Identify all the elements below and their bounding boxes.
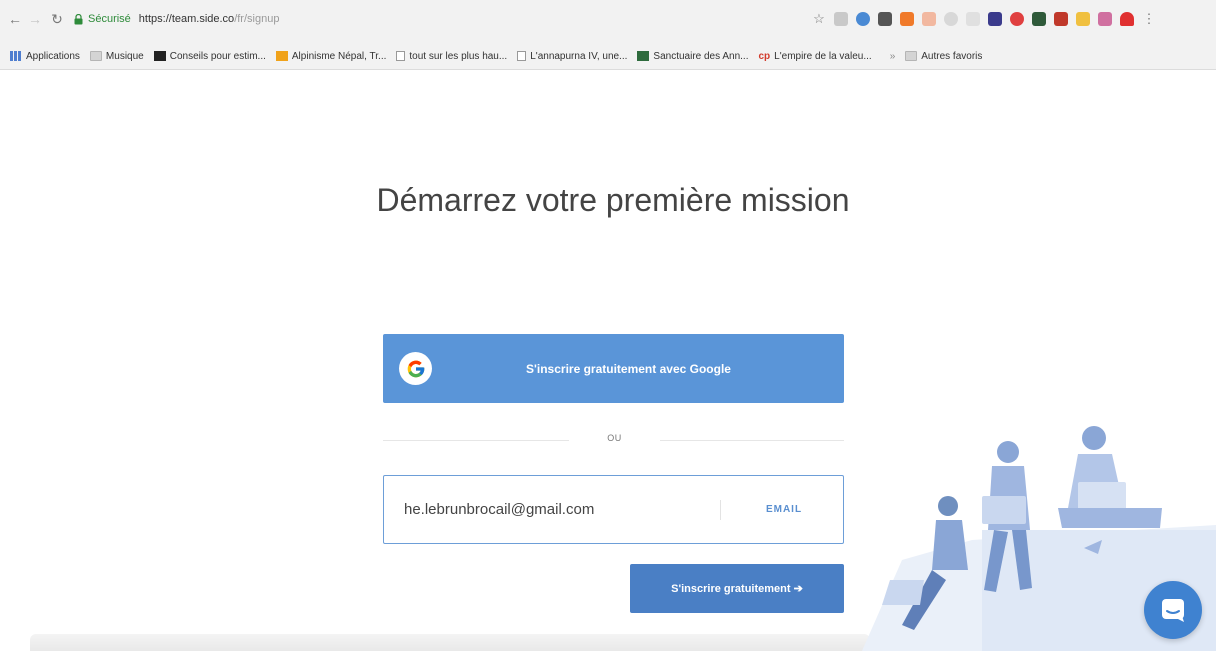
bookmark-favicon-icon (275, 51, 288, 61)
browser-chrome: ← → ↻ Sécurisé https://team.side.co/fr/s… (0, 0, 1216, 70)
email-field-container: EMAIL (383, 475, 844, 544)
chat-icon (1162, 599, 1184, 622)
menu-dots-icon[interactable]: ⋮ (1142, 11, 1156, 26)
google-signup-label: S'inscrire gratuitement avec Google (526, 361, 731, 376)
footer-edge (30, 634, 870, 651)
bookmark-favicon-icon (153, 51, 166, 61)
bookmark-annapurna[interactable]: L'annapurna IV, une... (517, 51, 627, 62)
bookmark-favicon-icon (637, 51, 650, 61)
grid-icon (10, 51, 22, 61)
url-host: https://team.side.co (138, 13, 235, 25)
extension-icon[interactable] (1076, 12, 1090, 26)
email-field-divider (720, 500, 721, 520)
bookmark-autres-favoris[interactable]: Autres favoris (905, 51, 982, 62)
extension-icon[interactable] (834, 12, 848, 26)
back-arrow-icon[interactable]: ← (6, 10, 24, 28)
separator-label: OU (607, 433, 622, 443)
folder-icon (89, 51, 102, 61)
extension-icon[interactable] (944, 12, 958, 26)
bookmarks-overflow-icon[interactable]: » (890, 51, 896, 62)
bookmark-tout-sur[interactable]: tout sur les plus hau... (396, 51, 507, 62)
email-input[interactable] (384, 476, 714, 543)
url-path: /fr/signup (234, 13, 280, 25)
bookmark-applications[interactable]: Applications (10, 51, 80, 62)
extension-icon[interactable] (1032, 12, 1046, 26)
forward-arrow-icon[interactable]: → (26, 10, 44, 28)
bookmark-sanctuaire[interactable]: Sanctuaire des Ann... (637, 51, 748, 62)
address-bar[interactable]: Sécurisé https://team.side.co/fr/signup (72, 8, 812, 30)
star-icon[interactable]: ☆ (812, 11, 826, 26)
extension-icon[interactable] (1098, 12, 1112, 26)
email-tag: EMAIL (765, 504, 803, 515)
extension-icon[interactable] (966, 12, 980, 26)
extension-icon[interactable] (922, 12, 936, 26)
extension-icon[interactable] (1010, 12, 1024, 26)
browser-toolbar: ← → ↻ Sécurisé https://team.side.co/fr/s… (0, 6, 1216, 34)
page-icon (396, 51, 406, 61)
folder-icon (905, 51, 918, 61)
bookmarks-bar: Applications Musique Conseils pour estim… (0, 46, 1216, 66)
bookmark-musique[interactable]: Musique (89, 51, 144, 62)
page-icon (517, 51, 527, 61)
extension-icon[interactable] (1054, 12, 1068, 26)
separator-line (383, 440, 569, 441)
google-signup-button[interactable]: S'inscrire gratuitement avec Google (383, 334, 844, 403)
extension-icon[interactable] (988, 12, 1002, 26)
signup-submit-button[interactable]: S'inscrire gratuitement ➔ (630, 564, 844, 613)
reload-icon[interactable]: ↻ (48, 10, 66, 28)
extensions-bar: ☆ ⋮ (812, 8, 1156, 30)
extension-icon[interactable] (1120, 12, 1134, 26)
bookmark-conseils[interactable]: Conseils pour estim... (153, 51, 266, 62)
page-title: Démarrez votre première mission (376, 182, 850, 218)
bookmark-empire[interactable]: cp L'empire de la valeu... (758, 51, 871, 62)
bookmark-favicon-icon: cp (758, 50, 771, 62)
shield-extension-icon[interactable] (856, 12, 870, 26)
bookmark-alpinisme[interactable]: Alpinisme Népal, Tr... (275, 51, 386, 62)
extension-icon[interactable] (900, 12, 914, 26)
chat-support-button[interactable] (1144, 581, 1202, 639)
lock-icon (72, 13, 84, 25)
secure-label: Sécurisé (88, 13, 131, 25)
separator-line (660, 440, 844, 441)
extension-icon[interactable] (878, 12, 892, 26)
